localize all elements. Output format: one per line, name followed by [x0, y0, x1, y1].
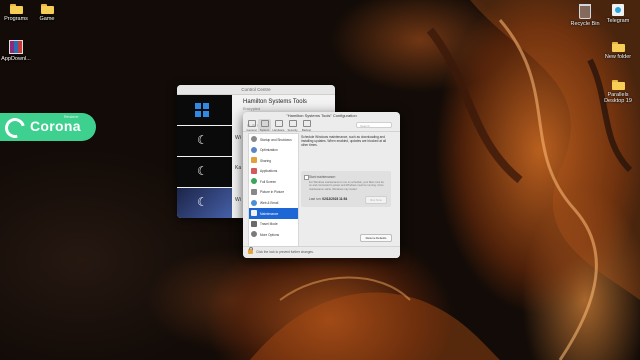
tab-security[interactable]: Security	[286, 119, 299, 132]
lock-icon[interactable]	[248, 247, 253, 254]
folder-icon	[40, 4, 54, 14]
maintenance-note: For Windows maintenance to run on schedu…	[309, 181, 384, 191]
desktop-icon-new-folder[interactable]: New folder	[598, 42, 638, 60]
sidebar-item-more-options[interactable]: More Options	[249, 229, 298, 240]
sidebar-item-full-screen[interactable]: Full Screen	[249, 176, 298, 187]
vm-thumbnail-list: ☾ ☾ ☾	[177, 95, 232, 218]
lock-icon	[288, 120, 297, 127]
sidebar-item-travel-mode[interactable]: Travel Mode	[249, 219, 298, 230]
start-maintenance-label: Start maintenance:	[309, 174, 336, 179]
power-icon	[251, 136, 257, 142]
desktop-icon-label: Programs	[4, 16, 28, 22]
system-icon	[260, 120, 269, 127]
moon-icon: ☾	[197, 195, 208, 209]
hardware-icon	[274, 120, 283, 127]
desktop-icon-telegram[interactable]: Telegram	[598, 4, 638, 24]
vm-name-fragment: Ka	[235, 165, 242, 171]
folder-icon	[611, 80, 625, 90]
tab-label: System	[259, 128, 270, 132]
speedometer-icon	[251, 146, 257, 153]
vm-thumbnail[interactable]	[177, 95, 232, 125]
desktop-icon-parallels[interactable]: Parallels Desktop 19	[598, 80, 638, 105]
window-titlebar[interactable]: Control Centre	[177, 85, 335, 101]
lock-message: Click the lock to prevent further change…	[256, 250, 314, 254]
run-now-button[interactable]: Run Now	[365, 195, 387, 204]
folder-icon	[611, 42, 625, 52]
maintenance-pane: Schedule Windows maintenance, such as do…	[299, 133, 395, 246]
restore-defaults-button[interactable]: Restore Defaults	[360, 234, 392, 242]
more-options-icon	[251, 231, 257, 238]
tab-system[interactable]: System	[258, 119, 271, 132]
recycle-bin-icon	[579, 4, 591, 19]
preferences-toolbar: General System Hardware Security Backup …	[243, 119, 400, 132]
full-screen-icon	[251, 178, 257, 185]
tab-label: Security	[287, 128, 298, 132]
corona-badge[interactable]: Corona Renderer	[0, 113, 96, 142]
last-run-label: Last run:	[309, 197, 322, 201]
desktop-icon-appdownload[interactable]: AppDownl...	[0, 40, 36, 62]
tab-hardware[interactable]: Hardware	[272, 119, 285, 132]
windows-logo-icon	[195, 103, 209, 117]
window-title: "Hamilton Systems Tools" Configuration	[286, 113, 357, 118]
desktop-icon-label: AppDownl...	[1, 56, 31, 62]
desktop-icon-game[interactable]: Game	[27, 4, 67, 22]
tab-label: General	[246, 128, 257, 132]
picture-in-picture-icon	[251, 188, 257, 195]
corona-logo-icon	[1, 114, 29, 142]
window-titlebar[interactable]: "Hamilton Systems Tools" Configuration	[243, 112, 400, 127]
sidebar-item-maintenance[interactable]: Maintenance	[249, 208, 298, 219]
window-title: Control Centre	[241, 87, 271, 92]
winrar-archive-icon	[9, 40, 23, 54]
sidebar-item-applications[interactable]: Applications	[249, 166, 298, 177]
desktop-icon-label: Telegram	[606, 18, 630, 24]
applications-icon	[251, 167, 257, 174]
tab-general[interactable]: General	[245, 119, 258, 132]
suitcase-icon	[251, 220, 257, 227]
vm-name-fragment: Wi	[235, 135, 241, 141]
corona-badge-text: Corona	[30, 118, 81, 134]
tab-backup[interactable]: Backup	[300, 119, 313, 132]
folder-icon	[251, 157, 257, 164]
backup-icon	[302, 120, 311, 127]
vm-thumbnail[interactable]: ☾	[177, 157, 232, 187]
sidebar-item-optimization[interactable]: Optimization	[249, 145, 298, 156]
desktop-icon-label: Recycle Bin	[570, 21, 600, 27]
vm-thumbnail[interactable]: ☾	[177, 188, 232, 218]
maintenance-schedule-panel: Start maintenance: For Windows maintenan…	[301, 171, 391, 207]
search-input[interactable]: Search	[356, 122, 392, 128]
vm-thumbnail[interactable]: ☾	[177, 126, 232, 156]
configuration-window[interactable]: "Hamilton Systems Tools" Configuration G…	[243, 112, 400, 258]
sidebar-item-web-email[interactable]: Web & Email	[249, 198, 298, 209]
moon-icon: ☾	[197, 164, 208, 178]
sidebar-item-startup-shutdown[interactable]: Startup and Shutdown	[249, 134, 298, 145]
desktop-icon-label: Parallels Desktop 19	[604, 92, 632, 105]
gear-icon	[247, 120, 256, 127]
desktop-icon-label: Game	[39, 16, 55, 22]
sidebar-item-sharing[interactable]: Sharing	[249, 155, 298, 166]
globe-icon	[251, 199, 257, 206]
last-run-info: Last run: 02/12/2023 11:54	[309, 197, 347, 201]
maintenance-icon	[251, 210, 257, 217]
tab-label: Hardware	[272, 128, 285, 132]
last-run-value: 02/12/2023 11:54	[322, 197, 348, 201]
sidebar-item-picture-in-picture[interactable]: Picture in Picture	[249, 187, 298, 198]
lock-bar: Click the lock to prevent further change…	[243, 246, 400, 258]
vm-name-fragment: Wi	[235, 197, 241, 203]
folder-icon	[9, 4, 23, 14]
vm-heading: Hamilton Systems Tools	[243, 99, 307, 105]
desktop-icon-label: New folder	[604, 54, 632, 60]
maintenance-description: Schedule Windows maintenance, such as do…	[301, 135, 387, 148]
telegram-icon	[612, 4, 624, 16]
moon-icon: ☾	[197, 133, 208, 147]
vm-subheading: Encrypted	[243, 107, 261, 111]
settings-sidebar: Startup and Shutdown Optimization Sharin…	[248, 133, 299, 248]
corona-badge-subtext: Renderer	[64, 115, 79, 119]
tab-label: Backup	[301, 128, 312, 132]
